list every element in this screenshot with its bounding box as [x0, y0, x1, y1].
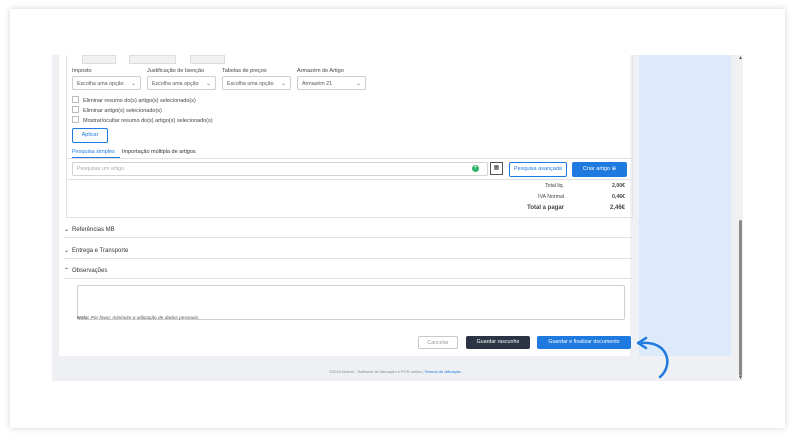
- app-background: Imposto Justificação de Isenção Tabelas …: [52, 55, 738, 381]
- barcode-scan-icon[interactable]: ▦: [490, 162, 503, 175]
- article-search-input[interactable]: Pesquisar um artigo: [72, 162, 488, 176]
- imposto-select[interactable]: Escolha uma opção ⌄: [72, 76, 141, 90]
- imposto-label: Imposto: [72, 68, 92, 74]
- total-pay-label: Total a pagar: [527, 205, 564, 211]
- justificacao-label: Justificação de Isenção: [147, 68, 205, 74]
- iva-value: 0,46€: [612, 194, 625, 200]
- check-eliminar-resumo[interactable]: Eliminar resumo do(s) artigo(s) selecion…: [72, 96, 196, 104]
- tabelas-label: Tabelas de preços: [222, 68, 267, 74]
- pointer-arrow-icon: [636, 336, 669, 379]
- armazem-select[interactable]: Armazém 21 ⌄: [297, 76, 366, 90]
- divider: [64, 237, 632, 238]
- chevron-down-icon: ⌄: [355, 81, 361, 87]
- chevron-down-icon: ⌄: [64, 248, 70, 254]
- chevron-down-icon: ⌄: [280, 81, 286, 87]
- tabs-divider: [67, 158, 632, 159]
- scrollbar-thumb[interactable]: [739, 220, 742, 376]
- tab-simple-search[interactable]: Pesquisa simples: [72, 149, 115, 155]
- price-field[interactable]: [129, 55, 176, 64]
- total-liq-label: Total liq.: [544, 183, 564, 189]
- check-eliminar-artigos[interactable]: Eliminar artigo(s) selecionado(s): [72, 106, 162, 114]
- terms-link[interactable]: Termos de utilização: [424, 369, 460, 374]
- scrollbar[interactable]: ▲ ▼: [738, 55, 743, 381]
- advanced-search-button[interactable]: Pesquisa avançada: [509, 162, 567, 177]
- divider: [64, 278, 632, 279]
- articles-panel: Imposto Justificação de Isenção Tabelas …: [66, 55, 633, 218]
- check-mostrar-resumo[interactable]: Mostrar/ocultar resumo do(s) artigo(s) s…: [72, 116, 213, 124]
- checkbox-icon: [72, 116, 79, 123]
- discount-field[interactable]: [190, 55, 225, 64]
- armazem-label: Armazém de Artigo: [297, 68, 344, 74]
- search-divider: [67, 179, 632, 180]
- chevron-up-icon: ⌃: [64, 268, 70, 274]
- observations-textarea[interactable]: [77, 285, 625, 320]
- checkbox-icon: [72, 96, 79, 103]
- document-card: Imposto Justificação de Isenção Tabelas …: [59, 55, 633, 356]
- justificacao-select[interactable]: Escolha uma opção ⌄: [147, 76, 216, 90]
- section-delivery[interactable]: ⌄ Entrega e Transporte: [64, 247, 634, 254]
- iva-label: IVA Normal: [538, 194, 564, 200]
- create-article-button[interactable]: Criar artigo ⊕: [572, 162, 627, 177]
- total-liq-value: 2,00€: [612, 183, 625, 189]
- scroll-up-icon[interactable]: ▲: [738, 55, 743, 61]
- add-icon[interactable]: +: [472, 165, 479, 172]
- side-panel: [639, 55, 731, 356]
- section-mb[interactable]: ⌄ Referências MB: [64, 226, 634, 233]
- apply-button[interactable]: Aplicar: [72, 128, 108, 143]
- plus-circle-icon: ⊕: [611, 166, 617, 172]
- save-finalize-button[interactable]: Guardar e finalizar documento: [537, 336, 631, 349]
- total-pay-value: 2,46€: [609, 205, 625, 211]
- checkbox-icon: [72, 106, 79, 113]
- chevron-down-icon: ⌄: [130, 81, 136, 87]
- scroll-down-icon[interactable]: ▼: [738, 375, 743, 381]
- chevron-down-icon: ⌄: [205, 81, 211, 87]
- divider: [64, 258, 632, 259]
- qty-field[interactable]: [82, 55, 116, 64]
- tab-multiple-import[interactable]: Importação múltipla de artigos: [122, 149, 196, 155]
- privacy-note: Nota: Por favor, minimize a utilização d…: [77, 316, 200, 321]
- section-obs[interactable]: ⌃ Observações: [64, 267, 634, 274]
- chevron-down-icon: ⌄: [64, 227, 70, 233]
- cancel-button[interactable]: Cancelar: [418, 336, 458, 349]
- tabelas-select[interactable]: Escolha uma opção ⌄: [222, 76, 291, 90]
- save-draft-button[interactable]: Guardar rascunho: [466, 336, 530, 349]
